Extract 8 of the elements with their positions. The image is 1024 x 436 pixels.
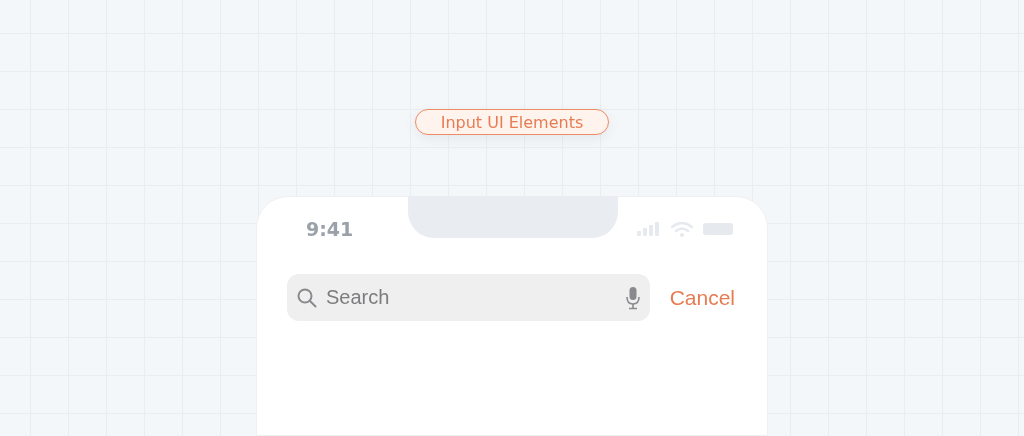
cancel-button[interactable]: Cancel bbox=[667, 285, 737, 310]
battery-icon bbox=[703, 223, 733, 235]
status-time: 9:41 bbox=[306, 218, 354, 240]
section-badge: Input UI Elements bbox=[414, 109, 610, 135]
search-field[interactable]: Search bbox=[287, 274, 650, 321]
microphone-icon[interactable] bbox=[625, 285, 640, 310]
wifi-icon bbox=[671, 221, 693, 237]
signal-icon bbox=[637, 222, 661, 236]
